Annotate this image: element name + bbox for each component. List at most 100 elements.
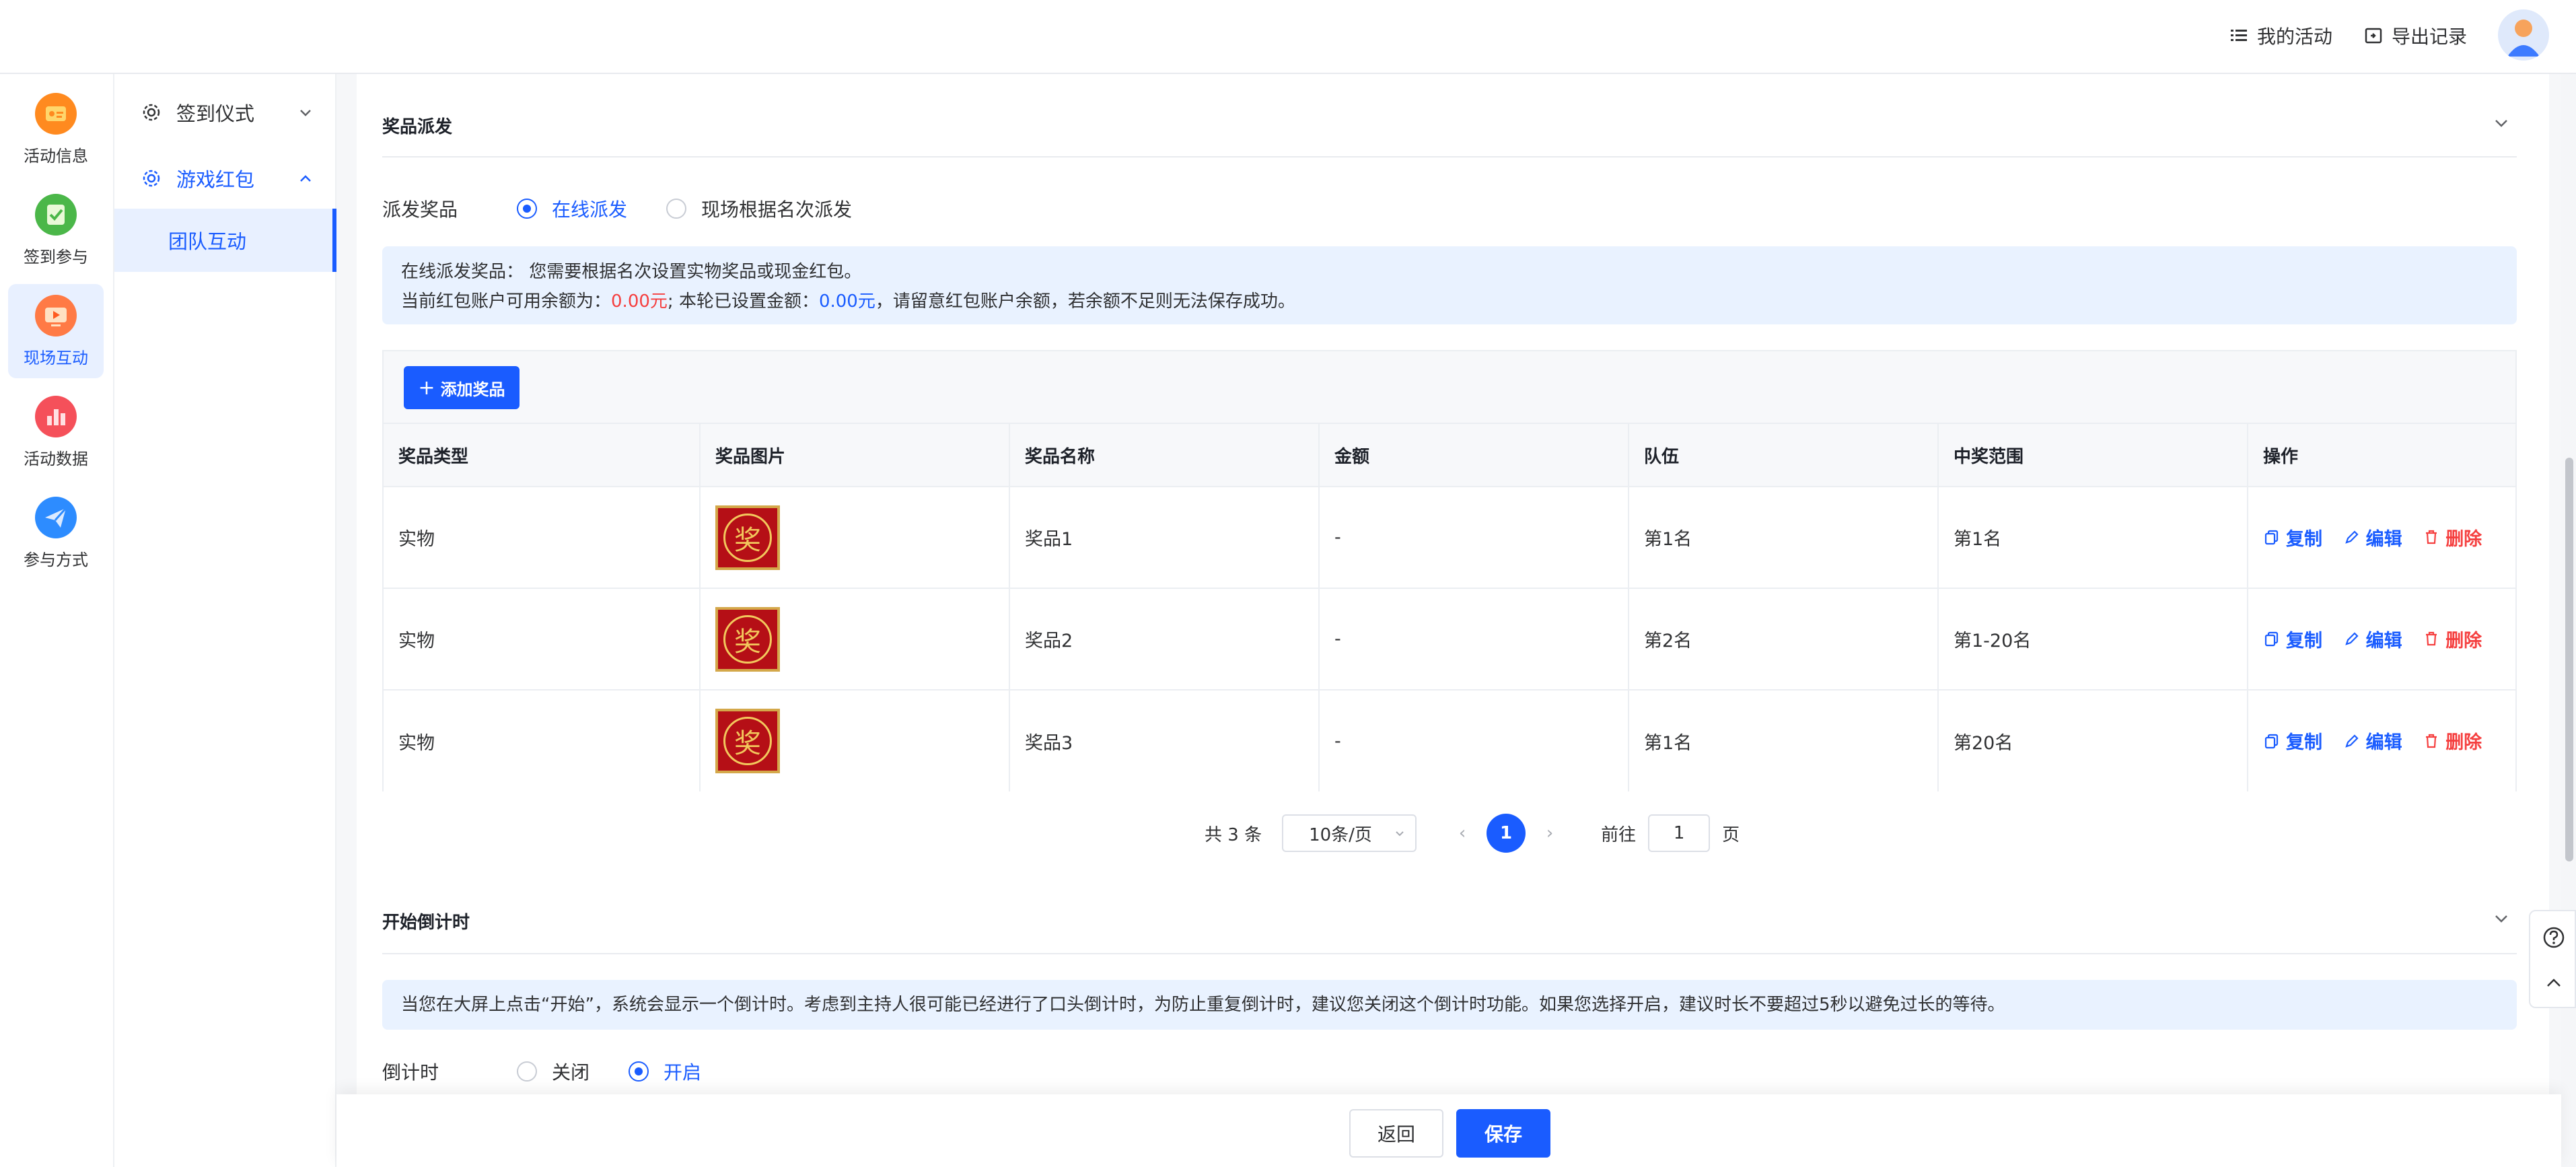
next-page-button[interactable]: › [1536, 823, 1563, 843]
prize-range: 第1-20名 [1938, 588, 2248, 690]
edit-label: 编辑 [2365, 528, 2402, 550]
notice-text: ，请留意红包账户余额，若余额不足则无法保存成功。 [875, 291, 1295, 312]
gear-icon [143, 104, 160, 121]
chevron-down-icon [300, 110, 311, 116]
goto-page-input[interactable]: 1 [1648, 814, 1711, 852]
prize-image[interactable]: 奖 [715, 505, 780, 570]
top-bar: 我的活动 导出记录 [0, 0, 2576, 74]
notice-line-2: 当前红包账户可用余额为：0.00元; 本轮已设置金额：0.00元，请留意红包账户… [401, 287, 2498, 316]
rail-item-checkin[interactable]: 签到参与 [8, 183, 104, 277]
prize-name: 奖品3 [1009, 689, 1320, 791]
prize-image-cell: 奖 [700, 486, 1010, 588]
prev-page-button[interactable]: ‹ [1449, 823, 1476, 843]
balance-value: 0.00元 [611, 291, 668, 312]
rail-item-live-interaction[interactable]: 现场互动 [8, 284, 104, 378]
radio-countdown-on[interactable]: 开启 [629, 1058, 701, 1085]
add-prize-label: 添加奖品 [440, 380, 505, 399]
bottom-action-bar: 返回 保存 [336, 1094, 2561, 1167]
copy-label: 复制 [2286, 630, 2322, 651]
radio-button[interactable] [517, 199, 537, 219]
back-button[interactable]: 返回 [1349, 1109, 1443, 1158]
my-activities-label: 我的活动 [2257, 26, 2333, 48]
edit-button[interactable]: 编辑 [2343, 524, 2402, 551]
prize-amount: - [1319, 689, 1629, 791]
rail-item-participation[interactable]: 参与方式 [8, 486, 104, 580]
pagination: 共 3 条 10条/页 ‹ 1 › 前往 1 页 [1205, 814, 1740, 853]
copy-button[interactable]: 复制 [2263, 524, 2322, 551]
edit-icon [2345, 632, 2359, 645]
add-prize-button[interactable]: + 添加奖品 [404, 366, 520, 409]
copy-label: 复制 [2286, 732, 2322, 754]
subnav-item-checkin-ceremony[interactable]: 签到仪式 [114, 82, 336, 143]
notice-line-1: 在线派发奖品： 您需要根据名次设置实物奖品或现金红包。 [401, 262, 862, 282]
radio-button[interactable] [629, 1061, 649, 1082]
subnav-label: 团队互动 [168, 230, 247, 253]
copy-button[interactable]: 复制 [2263, 728, 2322, 754]
copy-button[interactable]: 复制 [2263, 626, 2322, 652]
radio-online-distribution[interactable]: 在线派发 [517, 195, 627, 222]
row-actions: 复制 编辑 删除 [2248, 689, 2515, 791]
back-to-top-icon[interactable] [2541, 970, 2567, 996]
edit-label: 编辑 [2365, 732, 2402, 754]
radio-button[interactable] [666, 199, 687, 219]
chevron-down-icon[interactable] [2491, 113, 2511, 133]
delete-button[interactable]: 删除 [2423, 728, 2482, 754]
help-icon[interactable] [2541, 925, 2567, 950]
export-records-link[interactable]: 导出记录 [2363, 20, 2467, 51]
prize-image[interactable]: 奖 [715, 709, 780, 773]
page-number-current[interactable]: 1 [1487, 814, 1526, 853]
radio-button[interactable] [517, 1061, 537, 1082]
column-header: 队伍 [1629, 423, 1939, 487]
subnav-label: 签到仪式 [176, 102, 255, 125]
copy-icon [2264, 734, 2279, 748]
save-button[interactable]: 保存 [1456, 1109, 1550, 1158]
prize-notice: 在线派发奖品： 您需要根据名次设置实物奖品或现金红包。 当前红包账户可用余额为：… [382, 246, 2517, 324]
subnav-label: 游戏红包 [176, 168, 255, 191]
secondary-nav: 签到仪式 游戏红包 团队互动 [114, 74, 336, 1167]
copy-icon [2264, 530, 2279, 545]
delete-button[interactable]: 删除 [2423, 524, 2482, 551]
prize-table-container: + 添加奖品 奖品类型 奖品图片 奖品名称 金额 队伍 中奖范围 操作 实物 奖… [382, 350, 2517, 791]
rail-label: 参与方式 [24, 551, 88, 569]
prize-amount: - [1319, 588, 1629, 690]
subnav-item-game-redpacket[interactable]: 游戏红包 [114, 148, 336, 209]
radio-onsite-distribution[interactable]: 现场根据名次派发 [666, 195, 852, 222]
trash-icon [2426, 530, 2437, 544]
prize-image[interactable]: 奖 [715, 606, 780, 672]
countdown-section-title: 开始倒计时 [382, 913, 470, 933]
rail-label: 签到参与 [24, 248, 88, 267]
delete-button[interactable]: 删除 [2423, 626, 2482, 652]
delete-label: 删除 [2445, 732, 2482, 754]
export-records-label: 导出记录 [2392, 26, 2468, 48]
copy-label: 复制 [2286, 528, 2322, 550]
gear-icon [143, 170, 160, 187]
rail-label: 活动数据 [24, 450, 88, 468]
radio-label: 开启 [664, 1061, 702, 1084]
list-icon [2229, 26, 2249, 46]
activity-info-icon [35, 93, 77, 135]
scrollbar-thumb[interactable] [2565, 458, 2573, 861]
edit-button[interactable]: 编辑 [2343, 626, 2402, 652]
live-interaction-icon [35, 295, 77, 337]
rail-item-activity-data[interactable]: 活动数据 [8, 385, 104, 479]
avatar[interactable] [2498, 9, 2549, 61]
my-activities-link[interactable]: 我的活动 [2229, 20, 2332, 51]
edit-icon [2345, 530, 2359, 544]
prize-team: 第1名 [1629, 689, 1939, 791]
column-header: 操作 [2248, 423, 2515, 487]
set-amount-value: 0.00元 [818, 291, 875, 312]
rail-item-activity-info[interactable]: 活动信息 [8, 82, 104, 176]
page-size-select[interactable]: 10条/页 [1282, 814, 1417, 852]
prize-amount: - [1319, 486, 1629, 588]
radio-countdown-off[interactable]: 关闭 [517, 1058, 589, 1085]
subnav-item-team-interaction[interactable]: 团队互动 [114, 209, 336, 272]
chevron-down-icon[interactable] [2491, 909, 2511, 929]
row-actions: 复制 编辑 删除 [2248, 486, 2515, 588]
row-actions: 复制 编辑 删除 [2248, 588, 2515, 690]
copy-icon [2264, 632, 2279, 647]
edit-label: 编辑 [2365, 630, 2402, 651]
column-header: 中奖范围 [1938, 423, 2248, 487]
prize-team: 第2名 [1629, 588, 1939, 690]
edit-button[interactable]: 编辑 [2343, 728, 2402, 754]
countdown-label: 倒计时 [382, 1061, 439, 1084]
